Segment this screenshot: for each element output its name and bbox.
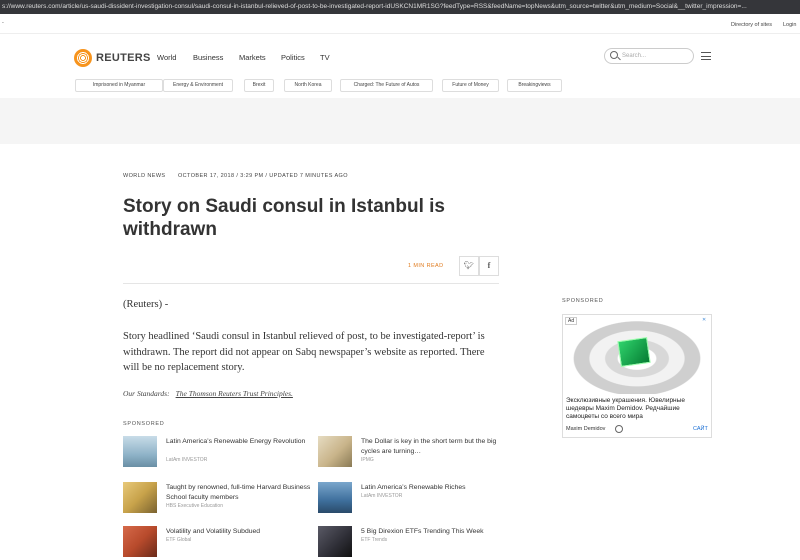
main-nav: REUTERS World Business Markets Politics … (0, 34, 800, 80)
sponsored-thumbnail (123, 436, 157, 467)
sponsored-title: Taught by renowned, full-time Harvard Bu… (166, 484, 311, 501)
sidebar-sponsored-label: SPONSORED (562, 298, 604, 304)
topic-chip[interactable]: Charged: The Future of Autos (340, 79, 433, 92)
facebook-icon: f (487, 261, 491, 270)
ad-brand: Maxim Demidov (566, 426, 606, 432)
sponsored-thumbnail (123, 482, 157, 513)
sponsored-title: Latin America’s Renewable Riches (361, 484, 466, 491)
sponsored-thumbnail (123, 526, 157, 557)
sponsored-title: The Dollar is key in the short term but … (361, 438, 497, 455)
topic-chip[interactable]: Energy & Environment (163, 79, 233, 92)
search-placeholder: Search... (622, 53, 647, 59)
sponsored-title: Latin America’s Renewable Energy Revolut… (166, 438, 306, 445)
ad-site-button[interactable]: САЙТ (693, 426, 708, 432)
sponsored-source: IPMG (361, 457, 374, 463)
sponsored-item[interactable]: The Dollar is key in the short term but … (318, 436, 508, 470)
ad-text: Эксклюзивные украшения. Ювелирные шедевр… (566, 397, 685, 420)
brand-name: REUTERS (96, 52, 151, 64)
topic-chip[interactable]: Future of Money (442, 79, 499, 92)
sponsored-item[interactable]: Latin America’s Renewable Energy Revolut… (123, 436, 313, 470)
topic-chip[interactable]: North Korea (284, 79, 332, 92)
ad-close-icon[interactable]: ✕ (701, 317, 708, 323)
standards-note: Our Standards: The Thomson Reuters Trust … (123, 389, 293, 398)
facebook-share-button[interactable]: f (479, 256, 499, 276)
read-time: 1 MIN READ (408, 263, 444, 269)
utility-bar: - Directory of sites Login (0, 14, 800, 34)
sponsored-item[interactable]: Latin America’s Renewable Riches LatAm I… (318, 482, 508, 516)
login-link[interactable]: Login (783, 22, 796, 28)
article-paragraph: Story headlined ‘Saudi consul in Istanbu… (123, 331, 485, 373)
sponsored-thumbnail (318, 526, 352, 557)
sponsored-label: SPONSORED (123, 421, 165, 427)
sponsored-item[interactable]: 5 Big Direxion ETFs Trending This Week E… (318, 526, 508, 560)
nav-politics[interactable]: Politics (281, 53, 305, 62)
search-input[interactable]: Search... (604, 48, 694, 64)
ad-badge: Ad (565, 317, 578, 325)
sponsored-source: HBS Executive Education (166, 503, 223, 509)
standards-label: Our Standards: (123, 389, 170, 398)
sponsored-item[interactable]: Taught by renowned, full-time Harvard Bu… (123, 482, 313, 516)
article-section[interactable]: World News (123, 173, 166, 179)
divider (123, 283, 499, 284)
emerald-ring-image (617, 337, 651, 367)
sponsored-title: Volatility and Volatility Subdued (166, 528, 261, 535)
sidebar-ad[interactable]: Ad ✕ Эксклюзивные украшения. Ювелирные ш… (562, 314, 712, 438)
reuters-logo[interactable]: REUTERS (74, 49, 151, 67)
twitter-share-button[interactable]: 🐦︎ (459, 256, 479, 276)
topic-chip[interactable]: Imprisoned in Myanmar (75, 79, 163, 92)
ad-image (563, 315, 711, 394)
sponsored-source: LatAm INVESTOR (361, 493, 403, 499)
address-bar[interactable]: s://www.reuters.com/article/us-saudi-dis… (0, 0, 800, 14)
hamburger-menu-icon[interactable] (701, 52, 711, 60)
sponsored-title: 5 Big Direxion ETFs Trending This Week (361, 528, 484, 535)
ad-banner-placeholder (0, 98, 800, 144)
globe-icon (615, 425, 623, 433)
sponsored-source: ETF Global (166, 537, 192, 543)
trust-principles-link[interactable]: The Thomson Reuters Trust Principles. (176, 389, 293, 398)
nav-markets[interactable]: Markets (239, 53, 266, 62)
sponsored-source: ETF Trends (361, 537, 388, 543)
twitter-icon: 🐦︎ (463, 261, 475, 270)
reuters-logo-icon (74, 49, 92, 67)
article-dateline: (Reuters) - (123, 299, 169, 310)
topic-chip[interactable]: Breakingviews (507, 79, 562, 92)
sponsored-source: LatAm INVESTOR (166, 457, 208, 463)
search-icon (610, 51, 618, 59)
nav-business[interactable]: Business (193, 53, 223, 62)
sponsored-thumbnail (318, 436, 352, 467)
directory-of-sites-link[interactable]: Directory of sites (731, 22, 772, 28)
utility-dash: - (2, 20, 4, 26)
article-headline: Story on Saudi consul in Istanbul is wit… (123, 196, 445, 240)
article-date: October 17, 2018 / 3:29 PM / Updated 7 m… (178, 173, 348, 179)
topic-chip[interactable]: Brexit (244, 79, 274, 92)
nav-world[interactable]: World (157, 53, 176, 62)
sponsored-thumbnail (318, 482, 352, 513)
nav-tv[interactable]: TV (320, 53, 330, 62)
sponsored-item[interactable]: Volatility and Volatility Subdued ETF Gl… (123, 526, 313, 560)
